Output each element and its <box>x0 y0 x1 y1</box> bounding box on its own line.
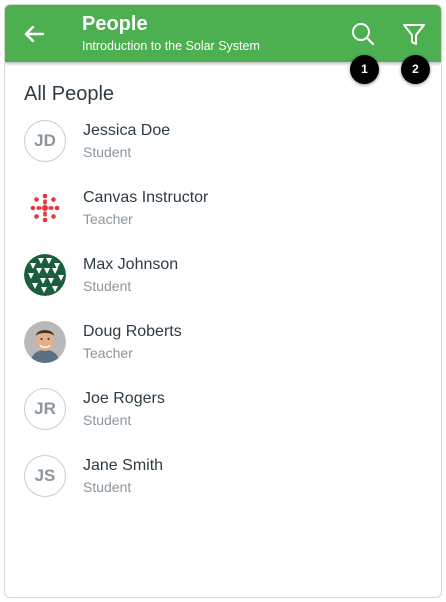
app-window: People Introduction to the Solar System … <box>4 4 442 598</box>
section-title: All People <box>24 83 115 105</box>
app-header: People Introduction to the Solar System <box>5 5 441 62</box>
avatar: JR <box>24 388 66 430</box>
person-row-doug-roberts[interactable]: Doug Roberts Teacher <box>5 321 441 381</box>
callout-badge-2: 2 <box>401 55 430 84</box>
person-name: Canvas Instructor <box>83 189 209 206</box>
search-button[interactable] <box>348 19 378 49</box>
avatar <box>24 187 66 229</box>
avatar: JS <box>24 455 66 497</box>
page-title: People <box>82 13 148 35</box>
pattern-avatar-icon <box>24 254 66 296</box>
canvas-logo-icon <box>30 193 60 223</box>
search-icon <box>352 23 375 46</box>
callout-badge-1: 1 <box>350 55 379 84</box>
person-row-max-johnson[interactable]: Max Johnson Student <box>5 254 441 314</box>
person-role: Student <box>83 278 132 294</box>
filter-icon <box>403 24 425 45</box>
person-name: Jessica Doe <box>83 122 171 139</box>
person-role: Teacher <box>83 211 133 227</box>
person-row-jessica-doe[interactable]: JD Jessica Doe Student <box>5 120 441 180</box>
person-name: Jane Smith <box>83 457 164 474</box>
person-name: Joe Rogers <box>83 390 165 407</box>
avatar: JD <box>24 120 66 162</box>
person-role: Student <box>83 144 132 160</box>
person-row-jane-smith[interactable]: JS Jane Smith Student <box>5 455 441 515</box>
back-button[interactable] <box>19 19 49 49</box>
person-role: Student <box>83 479 132 495</box>
person-role: Student <box>83 412 132 428</box>
person-name: Doug Roberts <box>83 323 182 340</box>
person-row-canvas-instructor[interactable]: Canvas Instructor Teacher <box>5 187 441 247</box>
arrow-left-icon <box>24 25 45 43</box>
person-row-joe-rogers[interactable]: JR Joe Rogers Student <box>5 388 441 448</box>
course-subtitle: Introduction to the Solar System <box>82 39 260 53</box>
person-name: Max Johnson <box>83 256 179 273</box>
filter-button[interactable] <box>399 19 429 49</box>
person-role: Teacher <box>83 345 133 361</box>
avatar <box>24 254 66 296</box>
profile-photo-icon <box>24 321 66 363</box>
avatar <box>24 321 66 363</box>
